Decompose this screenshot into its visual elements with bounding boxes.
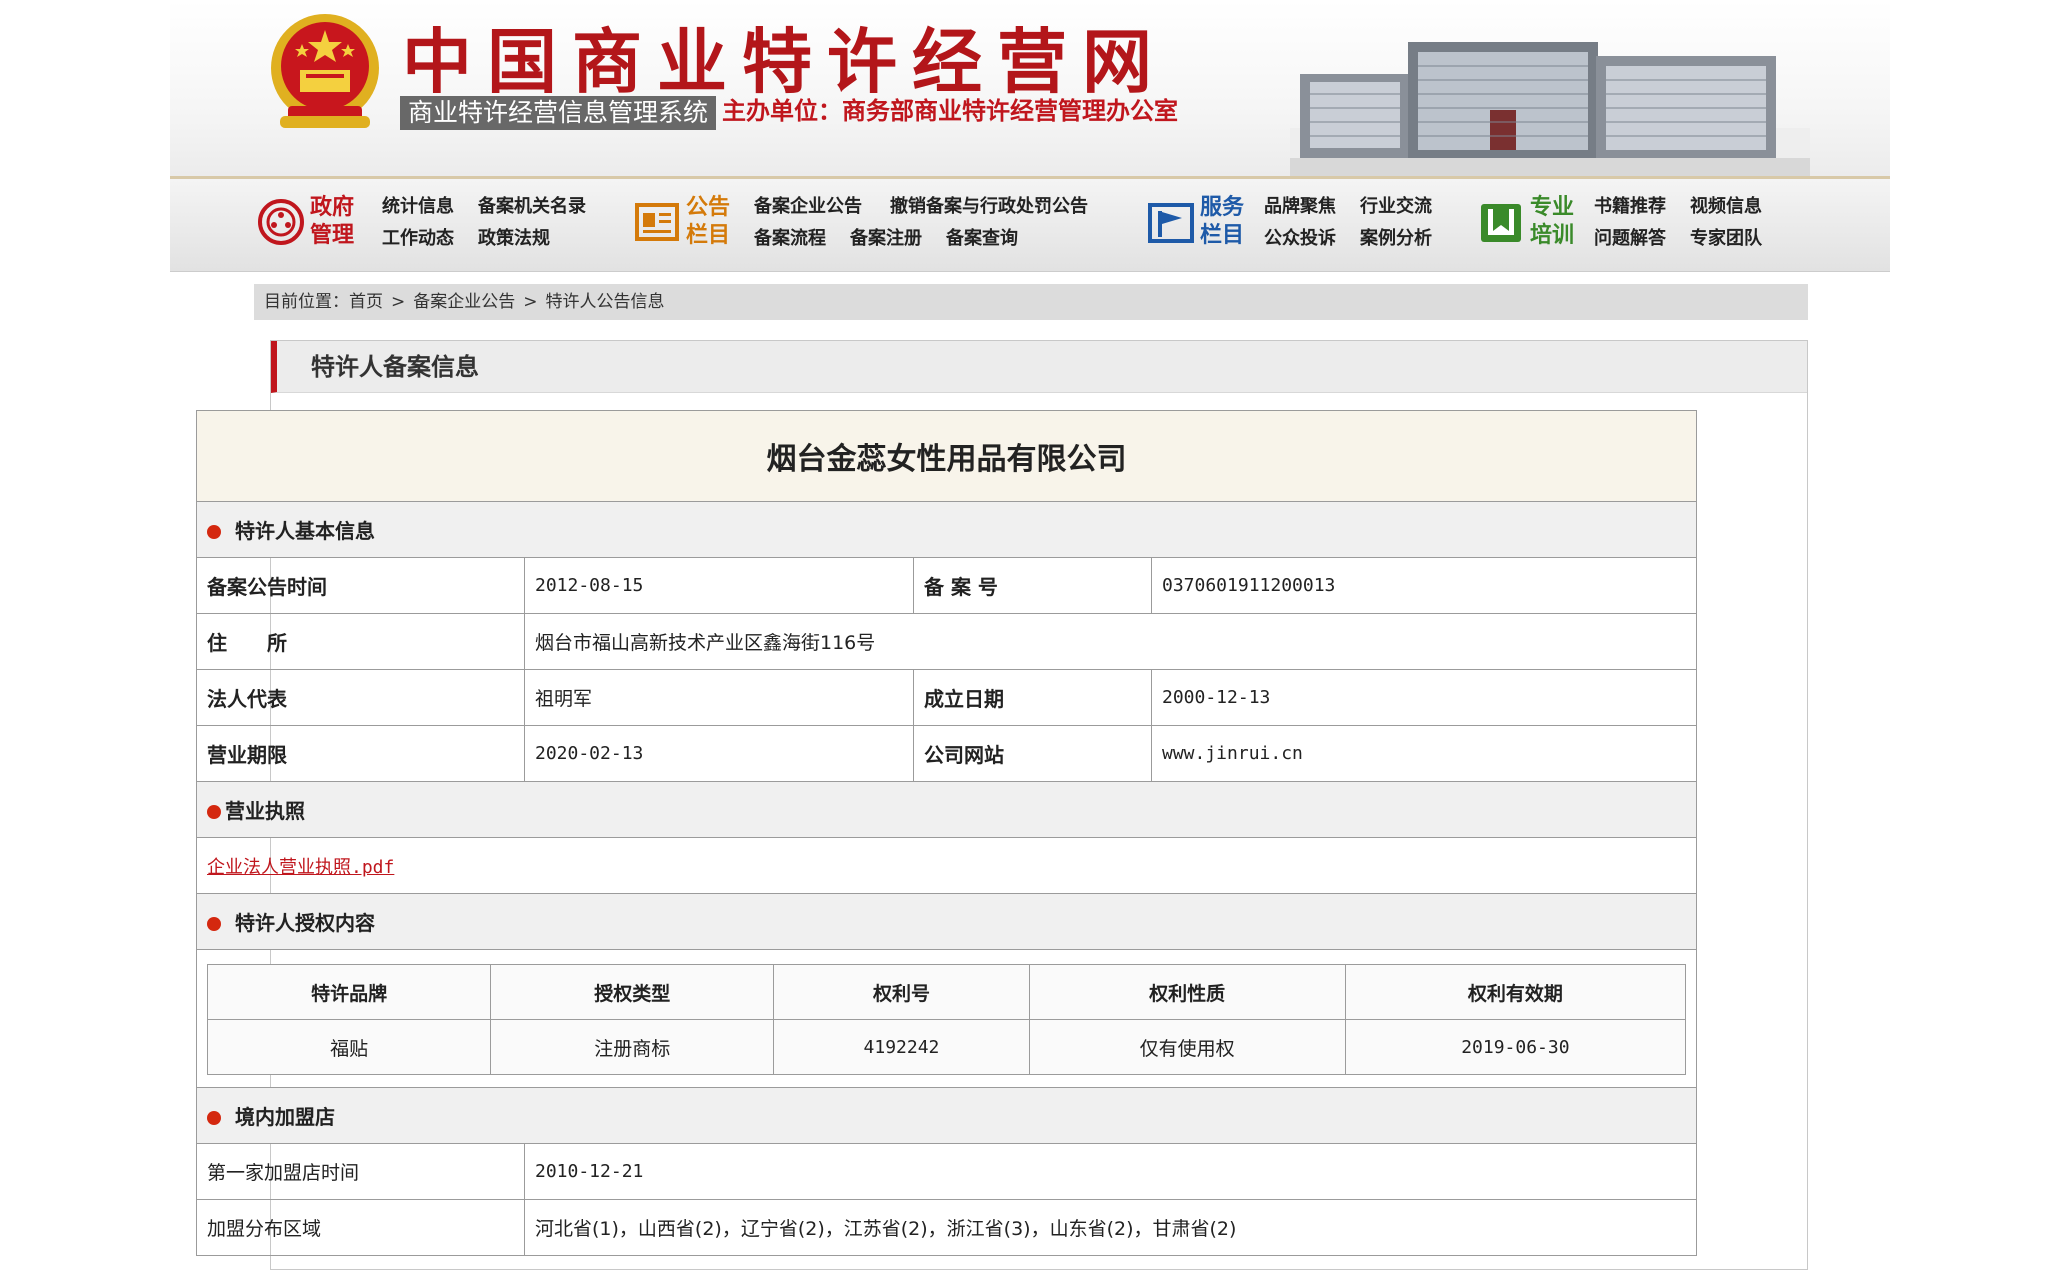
breadcrumb-separator: > — [523, 292, 538, 312]
company-row: 烟台金蕊女性用品有限公司 — [196, 410, 1697, 502]
section-bullet-icon — [207, 525, 221, 539]
address-label: 住 所 — [196, 613, 525, 670]
sponsor-text: 主办单位：商务部商业特许经营管理办公室 — [722, 97, 1178, 125]
website-value: www.jinrui.cn — [1151, 725, 1697, 782]
flag-icon — [1148, 203, 1194, 243]
table-row: 第一家加盟店时间 2010-12-21 — [196, 1143, 1697, 1200]
table-row: 法人代表 祖明军 成立日期 2000-12-13 — [196, 669, 1697, 726]
section-title: 境内加盟店 — [235, 1105, 335, 1129]
breadcrumb-home[interactable]: 首页 — [349, 292, 383, 312]
nav-link-public-complaints[interactable]: 公众投诉 — [1264, 227, 1336, 251]
section-basic-info: 特许人基本信息 — [196, 501, 1697, 558]
business-term-value: 2020-02-13 — [524, 725, 914, 782]
section-domestic-stores: 境内加盟店 — [196, 1087, 1697, 1144]
table-cell: 仅有使用权 — [1028, 1019, 1346, 1075]
breadcrumb-prefix: 目前位置： — [264, 292, 349, 312]
business-term-label: 营业期限 — [196, 725, 525, 782]
column-header: 权利号 — [773, 964, 1030, 1020]
announce-date-label: 备案公告时间 — [196, 557, 525, 614]
nav-title-bulletin[interactable]: 公告栏目 — [686, 193, 736, 249]
table-row: 加盟分布区域 河北省(1)，山西省(2)，辽宁省(2)，江苏省(2)，浙江省(3… — [196, 1199, 1697, 1256]
store-region-value: 河北省(1)，山西省(2)，辽宁省(2)，江苏省(2)，浙江省(3)，山东省(2… — [524, 1199, 1697, 1256]
address-value: 烟台市福山高新技术产业区鑫海街116号 — [524, 613, 1697, 670]
section-title: 特许人基本信息 — [235, 519, 375, 543]
breadcrumb: 目前位置：首页 > 备案企业公告 > 特许人公告信息 — [254, 284, 1808, 320]
record-no-value: 0370601911200013 — [1151, 557, 1697, 614]
section-title: 特许人授权内容 — [235, 911, 375, 935]
nav-link-filing-register[interactable]: 备案注册 — [850, 227, 922, 251]
store-region-label: 加盟分布区域 — [196, 1199, 525, 1256]
section-title: 营业执照 — [225, 799, 305, 823]
breadcrumb-filed-companies[interactable]: 备案企业公告 — [413, 292, 515, 312]
nav-link-policies[interactable]: 政策法规 — [478, 227, 550, 251]
table-cell: 福贴 — [206, 1019, 492, 1075]
authorization-row: 特许品牌 授权类型 权利号 权利性质 权利有效期 福贴 注册商标 4192242… — [196, 949, 1697, 1088]
column-header: 特许品牌 — [206, 964, 492, 1020]
table-row: 福贴 注册商标 4192242 仅有使用权 2019-06-30 — [206, 1019, 1687, 1075]
table-header-row: 特许品牌 授权类型 权利号 权利性质 权利有效期 — [206, 964, 1687, 1020]
bulletin-icon — [635, 203, 679, 241]
table-cell: 注册商标 — [490, 1019, 775, 1075]
table-row: 企业法人营业执照.pdf — [196, 837, 1697, 894]
government-icon — [258, 199, 304, 245]
section-bullet-icon — [207, 917, 221, 931]
section-bullet-icon — [207, 1111, 221, 1125]
company-name: 烟台金蕊女性用品有限公司 — [196, 410, 1697, 502]
column-header: 授权类型 — [490, 964, 775, 1020]
section-bullet-icon — [207, 805, 221, 819]
nav-link-brand-focus[interactable]: 品牌聚焦 — [1264, 195, 1336, 219]
nav-link-video-info[interactable]: 视频信息 — [1690, 195, 1762, 219]
nav-link-revocation-penalty[interactable]: 撤销备案与行政处罚公告 — [890, 195, 1088, 219]
system-name: 商业特许经营信息管理系统 — [400, 96, 717, 130]
table-row: 住 所 烟台市福山高新技术产业区鑫海街116号 — [196, 613, 1697, 670]
announce-date-value: 2012-08-15 — [524, 557, 914, 614]
nav-title-service[interactable]: 服务栏目 — [1200, 193, 1250, 249]
ministry-building-image — [1290, 42, 1810, 176]
nav-title-training[interactable]: 专业培训 — [1530, 193, 1580, 249]
section-business-license: 营业执照 — [196, 781, 1697, 838]
panel-header: 特许人备案信息 — [271, 341, 1807, 393]
nav-link-statistics[interactable]: 统计信息 — [382, 195, 454, 219]
nav-link-expert-team[interactable]: 专家团队 — [1690, 227, 1762, 251]
founded-value: 2000-12-13 — [1151, 669, 1697, 726]
table-row: 备案公告时间 2012-08-15 备 案 号 0370601911200013 — [196, 557, 1697, 614]
table-cell: 4192242 — [773, 1019, 1030, 1075]
nav-link-filing-process[interactable]: 备案流程 — [754, 227, 826, 251]
panel-title: 特许人备案信息 — [311, 353, 479, 381]
breadcrumb-current: 特许人公告信息 — [545, 292, 665, 312]
legal-rep-value: 祖明军 — [524, 669, 914, 726]
national-emblem-icon — [271, 14, 379, 128]
nav-link-book-recommend[interactable]: 书籍推荐 — [1594, 195, 1666, 219]
nav-link-filing-query[interactable]: 备案查询 — [946, 227, 1018, 251]
table-cell: 2019-06-30 — [1344, 1019, 1687, 1075]
column-header: 权利性质 — [1028, 964, 1346, 1020]
nav-link-qa[interactable]: 问题解答 — [1594, 227, 1666, 251]
nav-link-case-analysis[interactable]: 案例分析 — [1360, 227, 1432, 251]
nav-title-government[interactable]: 政府管理 — [310, 193, 360, 249]
section-authorization: 特许人授权内容 — [196, 893, 1697, 950]
first-store-label: 第一家加盟店时间 — [196, 1143, 525, 1200]
nav-link-filed-companies[interactable]: 备案企业公告 — [754, 195, 862, 219]
nav-link-work-news[interactable]: 工作动态 — [382, 227, 454, 251]
table-row: 营业期限 2020-02-13 公司网站 www.jinrui.cn — [196, 725, 1697, 782]
nav-link-industry-exchange[interactable]: 行业交流 — [1360, 195, 1432, 219]
column-header: 权利有效期 — [1344, 964, 1687, 1020]
website-label: 公司网站 — [913, 725, 1152, 782]
franchisor-info-table: 烟台金蕊女性用品有限公司 特许人基本信息 备案公告时间 2012-08-15 备… — [196, 410, 1697, 1256]
main-nav: 政府管理 统计信息 备案机关名录 工作动态 政策法规 公告栏目 备案企业公告 撤… — [170, 179, 1890, 272]
breadcrumb-separator: > — [391, 292, 406, 312]
book-icon — [1481, 204, 1521, 242]
site-title: 中国商业特许经营网 — [402, 20, 1167, 103]
record-no-label: 备 案 号 — [913, 557, 1152, 614]
first-store-value: 2010-12-21 — [524, 1143, 1697, 1200]
site-header: 中国商业特许经营网 商业特许经营信息管理系统 主办单位：商务部商业特许经营管理办… — [170, 0, 1890, 179]
legal-rep-label: 法人代表 — [196, 669, 525, 726]
nav-link-agency-directory[interactable]: 备案机关名录 — [478, 195, 586, 219]
business-license-link[interactable]: 企业法人营业执照.pdf — [207, 857, 394, 878]
authorization-table: 特许品牌 授权类型 权利号 权利性质 权利有效期 福贴 注册商标 4192242… — [206, 964, 1687, 1075]
founded-label: 成立日期 — [913, 669, 1152, 726]
